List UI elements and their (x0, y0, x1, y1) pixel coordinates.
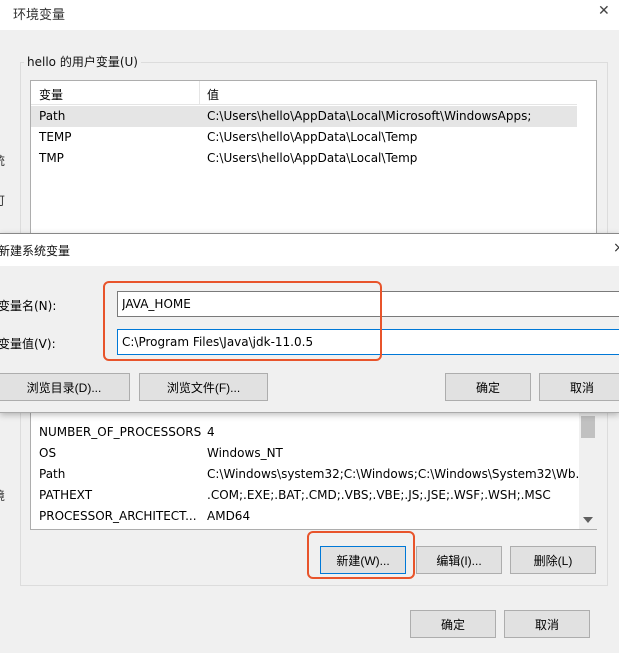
table-row[interactable]: NUMBER_OF_PROCESSORS 4 (31, 422, 577, 443)
var-name-label: 变量名(N): (0, 299, 57, 313)
ok-button[interactable]: 确定 (410, 610, 496, 638)
browse-directory-button[interactable]: 浏览目录(D)... (0, 373, 130, 401)
dialog-title: 新建系统变量 (0, 244, 71, 258)
var-name: OS (39, 446, 57, 460)
background-window-text: 境 (0, 487, 5, 504)
var-name: Path (39, 109, 66, 123)
system-vars-list[interactable]: NUMBER_OF_PROCESSORS 4 OS Windows_NT Pat… (30, 400, 597, 530)
dialog-ok-button[interactable]: 确定 (445, 373, 531, 401)
var-name: TEMP (39, 130, 72, 144)
var-name: PATHEXT (39, 488, 93, 502)
scroll-down-arrow-icon[interactable] (583, 517, 593, 523)
table-row[interactable]: PROCESSOR_ARCHITECT... AMD64 (31, 506, 577, 527)
title-bar: 环境变量 ✕ (0, 0, 619, 30)
var-name: Path (39, 467, 66, 481)
var-value: C:\Users\hello\AppData\Local\Microsoft\W… (207, 109, 532, 123)
scrollbar[interactable] (579, 400, 597, 529)
window-title: 环境变量 (13, 8, 66, 23)
var-value-label: 变量值(V): (0, 337, 56, 351)
var-name: NUMBER_OF_PROCESSORS (39, 425, 202, 439)
var-value: C:\Users\hello\AppData\Local\Temp (207, 151, 418, 165)
table-row[interactable]: TMP C:\Users\hello\AppData\Local\Temp (31, 148, 577, 169)
scrollbar-thumb[interactable] (581, 416, 595, 438)
browse-file-button[interactable]: 浏览文件(F)... (139, 373, 268, 401)
edit-variable-button[interactable]: 编辑(I)... (416, 546, 502, 574)
highlight-new-button (307, 531, 415, 579)
column-header-value[interactable]: 值 (207, 86, 219, 103)
table-row[interactable]: PATHEXT .COM;.EXE;.BAT;.CMD;.VBS;.VBE;.J… (31, 485, 577, 506)
delete-variable-button[interactable]: 删除(L) (510, 546, 596, 574)
new-system-var-dialog: 新建系统变量 × 变量名(N): 变量值(V): 浏览目录(D)... 浏览文件… (0, 233, 619, 413)
table-row[interactable]: TEMP C:\Users\hello\AppData\Local\Temp (31, 127, 577, 148)
dialog-title-bar: 新建系统变量 × (0, 234, 619, 266)
background-window-text: 统 (0, 152, 5, 169)
column-header-name[interactable]: 变量 (39, 86, 63, 103)
cancel-button[interactable]: 取消 (504, 610, 590, 638)
var-value: 4 (207, 425, 215, 439)
var-value: C:\Windows\system32;C:\Windows;C:\Window… (207, 467, 587, 481)
user-vars-list[interactable]: 变量 值 Path C:\Users\hello\AppData\Local\M… (30, 80, 597, 242)
var-value: .COM;.EXE;.BAT;.CMD;.VBS;.VBE;.JS;.JSE;.… (207, 488, 551, 502)
dialog-close-icon[interactable]: × (613, 240, 619, 256)
table-row[interactable]: Path C:\Windows\system32;C:\Windows;C:\W… (31, 464, 587, 485)
table-row[interactable]: OS Windows_NT (31, 443, 577, 464)
var-value: Windows_NT (207, 446, 283, 460)
var-value: C:\Users\hello\AppData\Local\Temp (207, 130, 418, 144)
var-value: AMD64 (207, 509, 251, 523)
var-name: PROCESSOR_ARCHITECT... (39, 509, 197, 523)
table-row[interactable]: Path C:\Users\hello\AppData\Local\Micros… (31, 106, 577, 127)
highlight-input-fields (103, 281, 382, 361)
user-vars-group-label: hello 的用户变量(U) (24, 53, 141, 70)
close-icon[interactable]: ✕ (598, 3, 610, 19)
background-window-text: 可 (0, 192, 5, 209)
user-vars-header: 变量 值 (31, 81, 577, 105)
var-name: TMP (39, 151, 64, 165)
column-divider[interactable] (199, 81, 200, 105)
dialog-cancel-button[interactable]: 取消 (539, 373, 619, 401)
